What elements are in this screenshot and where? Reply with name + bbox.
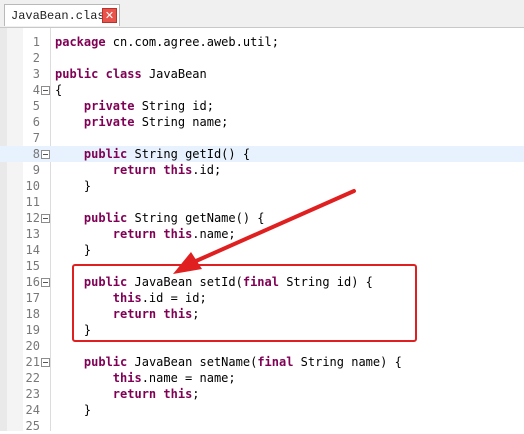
code-text: return this;	[112, 387, 200, 401]
fold-collapse-icon[interactable]	[41, 86, 50, 95]
code-text: return this.name;	[112, 227, 236, 241]
line-number: 6	[32, 115, 40, 129]
line-number: 23	[25, 387, 40, 401]
line-number: 5	[32, 99, 40, 113]
line-number: 25	[25, 419, 40, 433]
code-text: }	[55, 243, 92, 257]
highlight-box	[72, 264, 417, 342]
code-line[interactable]: 8 public String getId() {	[0, 146, 524, 162]
line-number: 12	[25, 211, 40, 225]
code-text: }	[55, 403, 92, 417]
fold-collapse-icon[interactable]	[41, 214, 50, 223]
code-line[interactable]: 6 private String name;	[0, 114, 524, 130]
code-text: }	[55, 179, 92, 193]
line-number: 17	[25, 291, 40, 305]
close-icon[interactable]: ✕	[102, 8, 117, 23]
line-number: 20	[25, 339, 40, 353]
line-number: 4	[32, 83, 40, 97]
code-line[interactable]: 5 private String id;	[0, 98, 524, 114]
line-number: 15	[25, 259, 40, 273]
fold-collapse-icon[interactable]	[41, 358, 50, 367]
line-number: 16	[25, 275, 40, 289]
code-line[interactable]: 24 }	[0, 402, 524, 418]
line-number: 22	[25, 371, 40, 385]
tab-label: JavaBean.class	[11, 9, 112, 23]
code-line[interactable]: 23 return this;	[0, 386, 524, 402]
code-line[interactable]: 12 public String getName() {	[0, 210, 524, 226]
code-text: public String getName() {	[83, 211, 265, 225]
code-line[interactable]: 14 }	[0, 242, 524, 258]
line-number: 7	[32, 131, 40, 145]
editor-tab-bar: JavaBean.class ✕	[0, 0, 524, 28]
code-text: return this.id;	[112, 163, 222, 177]
code-line[interactable]: 25	[0, 418, 524, 434]
line-number: 2	[32, 51, 40, 65]
code-line[interactable]: 7	[0, 130, 524, 146]
line-number: 11	[25, 195, 40, 209]
line-number: 24	[25, 403, 40, 417]
line-number: 3	[32, 67, 40, 81]
code-line[interactable]: 21 public JavaBean setName(final String …	[0, 354, 524, 370]
code-text: package cn.com.agree.aweb.util;	[55, 35, 279, 49]
code-line[interactable]: 11	[0, 194, 524, 210]
code-text: private String id;	[83, 99, 214, 113]
line-number: 8	[32, 147, 40, 161]
code-text: public class JavaBean	[55, 67, 207, 81]
code-line[interactable]: 22 this.name = name;	[0, 370, 524, 386]
code-text: public JavaBean setName(final String nam…	[83, 355, 402, 369]
code-text: {	[55, 83, 63, 97]
fold-collapse-icon[interactable]	[41, 278, 50, 287]
code-line[interactable]: 10 }	[0, 178, 524, 194]
line-number: 14	[25, 243, 40, 257]
code-line[interactable]: 9 return this.id;	[0, 162, 524, 178]
code-line[interactable]: 2	[0, 50, 524, 66]
code-editor[interactable]: 1 package cn.com.agree.aweb.util; 2 3 public…	[0, 28, 524, 434]
line-number: 13	[25, 227, 40, 241]
code-line[interactable]: 4{	[0, 82, 524, 98]
code-text: this.name = name;	[112, 371, 236, 385]
tab-javabean-class[interactable]: JavaBean.class ✕	[4, 4, 120, 26]
code-line[interactable]: 13 return this.name;	[0, 226, 524, 242]
line-number: 19	[25, 323, 40, 337]
fold-collapse-icon[interactable]	[41, 150, 50, 159]
line-number: 1	[32, 35, 40, 49]
code-text: public String getId() {	[83, 147, 251, 161]
code-line[interactable]: 1 package cn.com.agree.aweb.util;	[0, 34, 524, 50]
line-number: 10	[25, 179, 40, 193]
line-number: 21	[25, 355, 40, 369]
line-number: 9	[32, 163, 40, 177]
code-line[interactable]: 3 public class JavaBean	[0, 66, 524, 82]
line-number: 18	[25, 307, 40, 321]
code-text: private String name;	[83, 115, 229, 129]
